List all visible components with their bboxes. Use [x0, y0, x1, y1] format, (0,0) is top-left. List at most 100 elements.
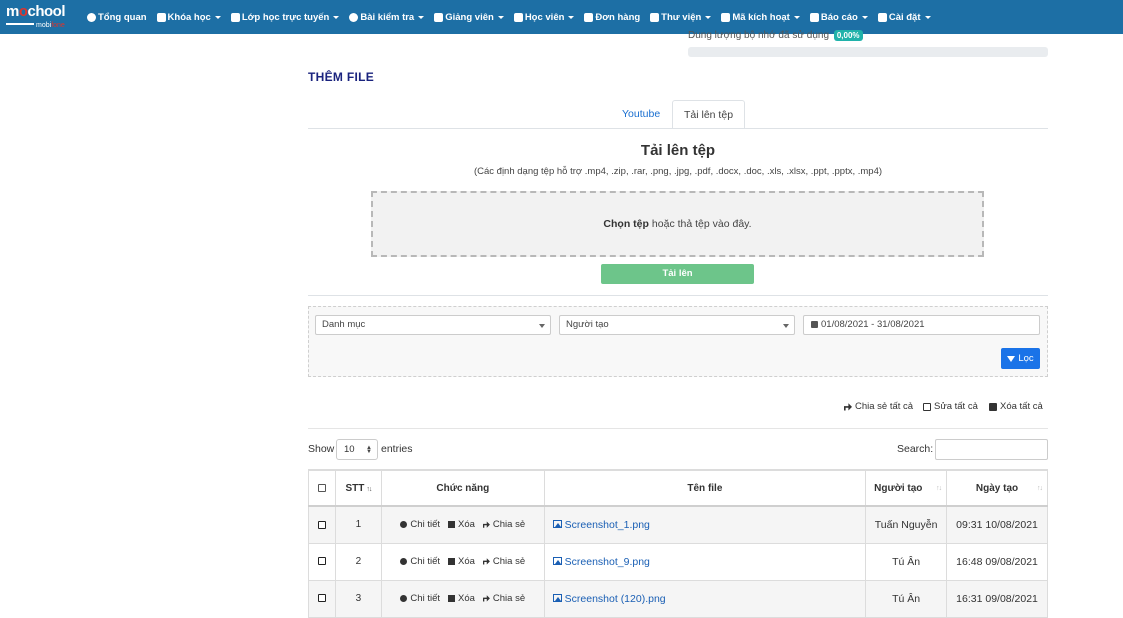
filter-button[interactable]: Lọc	[1001, 348, 1040, 369]
file-link[interactable]: Screenshot_9.png	[552, 556, 650, 568]
caret-down-icon	[705, 15, 712, 19]
row-created: 16:31 09/08/2021	[946, 579, 1048, 618]
share-all-button[interactable]: Chia sẻ tất cả	[844, 401, 913, 412]
nav-item-5[interactable]: Học viên	[513, 12, 575, 23]
detail-button[interactable]: Chi tiết	[400, 519, 440, 530]
nav-item-10[interactable]: Cài đặt	[877, 12, 931, 23]
row-actions: Chi tiết Xóa Chia sẻ	[380, 579, 545, 618]
choose-file-link[interactable]: Chọn tệp	[603, 218, 649, 230]
nav-item-0[interactable]: Tổng quan	[87, 12, 147, 23]
logo-subtext: mobifone	[36, 22, 65, 29]
file-dropzone[interactable]: Chọn tệp hoặc thả tệp vào đây.	[371, 191, 984, 257]
calendar-icon	[811, 320, 818, 328]
cart-icon	[584, 12, 594, 22]
table-row: 1 Chi tiết Xóa Chia sẻ Screenshot_1.png Tuấn …	[308, 505, 1048, 544]
nav-item-7[interactable]: Thư viện	[650, 11, 712, 23]
row-actions: Chi tiết Xóa Chia sẻ	[380, 505, 545, 544]
delete-button[interactable]: Xóa	[448, 556, 475, 567]
row-checkbox[interactable]	[317, 520, 326, 529]
share-button[interactable]: Chia sẻ	[482, 556, 525, 567]
column-header-filename: Tên file	[543, 469, 867, 507]
row-check-cell	[308, 505, 336, 544]
trash-icon	[448, 557, 455, 565]
row-creator: Tú Ân	[865, 579, 948, 618]
upload-title: Tải lên tệp	[640, 142, 716, 159]
top-navbar: mochool mobifone Tổng quan Khóa học Lớp họ…	[0, 0, 1123, 34]
info-icon	[400, 594, 408, 602]
edit-all-button[interactable]: Sửa tất cả	[923, 401, 978, 412]
share-button[interactable]: Chia sẻ	[482, 519, 525, 530]
select-all-header[interactable]	[308, 469, 336, 507]
nav-item-label: Thư viện	[661, 11, 702, 23]
trash-icon	[448, 520, 455, 528]
nav-item-8[interactable]: Mã kích hoạt	[721, 12, 800, 23]
search-input[interactable]	[935, 439, 1048, 460]
nav-item-1[interactable]: Khóa học	[156, 11, 221, 23]
date-range-input[interactable]: 01/08/2021 - 31/08/2021	[803, 315, 1040, 335]
mschool-logo[interactable]: mochool mobifone	[6, 4, 72, 30]
entries-label: entries	[381, 443, 413, 455]
gears-icon	[877, 12, 887, 22]
nav-item-2[interactable]: Lớp học trực tuyến	[230, 11, 340, 23]
question-icon	[349, 12, 359, 22]
nav-item-9[interactable]: Báo cáo	[809, 12, 868, 23]
caret-down-icon	[793, 15, 800, 19]
storage-progress-bar	[688, 47, 1048, 57]
row-check-cell	[308, 579, 336, 618]
tab-youtube[interactable]: Youtube	[611, 100, 671, 129]
row-actions: Chi tiết Xóa Chia sẻ	[380, 542, 545, 581]
creator-select[interactable]: Người tạo	[559, 315, 795, 335]
table-row: 2 Chi tiết Xóa Chia sẻ Screenshot_9.png Tú Ân…	[308, 542, 1048, 581]
row-stt: 3	[334, 579, 382, 618]
page-size-select[interactable]: 10 ▲ ▼	[336, 439, 378, 460]
dashboard-icon	[87, 12, 96, 22]
column-header-created[interactable]: Ngày tạo ↑↓	[946, 469, 1048, 507]
file-link[interactable]: Screenshot_1.png	[552, 519, 650, 531]
row-creator: Tuấn Nguyễn	[865, 505, 948, 544]
row-filename: Screenshot_9.png	[543, 542, 867, 581]
supported-formats-text: (Các định dạng tệp hỗ trợ .mp4, .zip, .r…	[473, 166, 883, 177]
row-checkbox[interactable]	[317, 594, 326, 603]
detail-button[interactable]: Chi tiết	[400, 556, 440, 567]
tabs-divider	[308, 128, 1048, 129]
nav-item-label: Lớp học trực tuyến	[241, 11, 330, 23]
upload-button[interactable]: Tải lên	[601, 264, 754, 284]
share-icon	[482, 558, 490, 565]
nav-item-label: Tổng quan	[98, 11, 147, 23]
sort-icon: ↑↓	[1037, 485, 1043, 492]
share-icon	[482, 521, 490, 528]
divider	[308, 295, 1048, 296]
row-filename: Screenshot_1.png	[543, 505, 867, 544]
row-stt: 2	[334, 542, 382, 581]
tab-upload-file[interactable]: Tải lên tệp	[672, 100, 746, 129]
files-table: STT ↑↓ Chức năng Tên file Người tạo ↑↓ Ngà…	[308, 469, 1048, 618]
storage-percent-badge: 0,00%	[833, 30, 863, 41]
caret-down-icon	[333, 15, 340, 19]
delete-button[interactable]: Xóa	[448, 519, 475, 530]
file-link[interactable]: Screenshot (120).png	[552, 593, 666, 605]
filter-icon	[1007, 355, 1016, 362]
nav-item-4[interactable]: Giảng viên	[434, 12, 504, 23]
logo-wordmark: mochool	[6, 3, 66, 20]
row-created: 09:31 10/08/2021	[946, 505, 1048, 544]
chevron-down-icon	[783, 324, 789, 328]
column-header-functions: Chức năng	[380, 469, 545, 507]
nav-item-3[interactable]: Bài kiểm tra	[349, 12, 425, 23]
delete-all-button[interactable]: Xóa tất cả	[989, 401, 1043, 412]
trash-icon	[989, 402, 997, 411]
row-checkbox[interactable]	[317, 557, 326, 566]
category-select[interactable]: Danh mục	[315, 315, 551, 335]
column-header-stt[interactable]: STT ↑↓	[334, 469, 382, 507]
search-label: Search:	[897, 443, 934, 455]
caret-down-icon	[924, 15, 931, 19]
video-icon	[230, 12, 240, 22]
caret-down-icon	[418, 15, 425, 19]
chart-icon	[809, 12, 819, 22]
nav-item-6[interactable]: Đơn hàng	[584, 12, 640, 23]
column-header-creator[interactable]: Người tạo ↑↓	[865, 469, 948, 507]
nav-menu: Tổng quan Khóa học Lớp học trực tuyến Bài k…	[87, 0, 941, 34]
select-all-checkbox[interactable]	[317, 483, 326, 492]
share-icon	[482, 595, 490, 602]
nav-item-label: Khóa học	[167, 11, 211, 23]
row-check-cell	[308, 542, 336, 581]
